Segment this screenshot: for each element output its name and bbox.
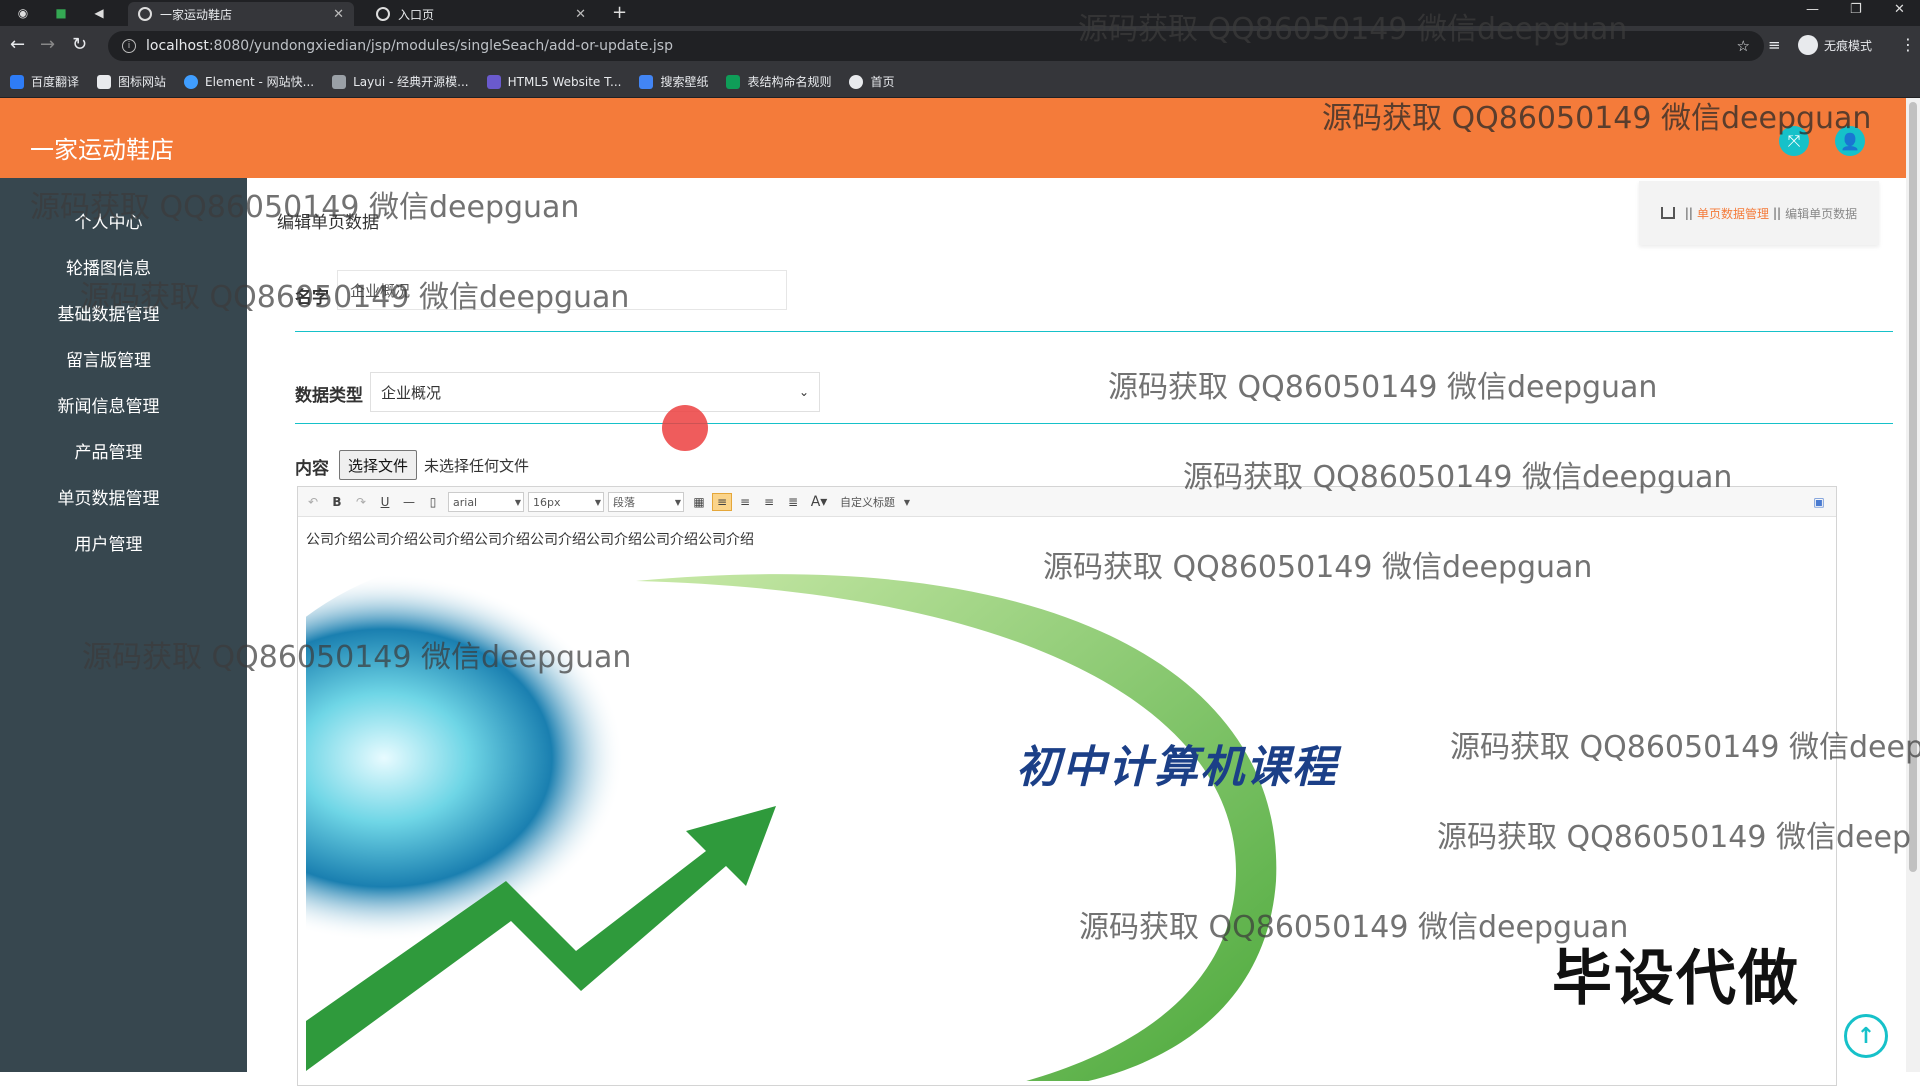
watermark-text: 源码获取 QQ86050149 微信deepguan — [30, 190, 580, 225]
sidebar-item-news[interactable]: 新闻信息管理 — [0, 395, 217, 419]
watermark-text: 源码获取 QQ86050149 微信deep — [1437, 820, 1911, 855]
browser-tab[interactable]: 入口页 ✕ — [366, 2, 596, 26]
pinned-tab-mute-icon[interactable]: ◀ — [86, 3, 112, 23]
watermark-text: 源码获取 QQ86050149 微信deepguan — [82, 640, 632, 675]
undo-icon[interactable]: ↶ — [304, 493, 322, 511]
underline-icon[interactable]: U — [376, 493, 394, 511]
minimize-icon[interactable]: — — [1806, 2, 1819, 17]
choose-file-button[interactable]: 选择文件 — [339, 450, 418, 480]
breadcrumb-separator: || — [1684, 206, 1693, 220]
watermark-text: 源码获取 QQ86050149 微信deepguan — [80, 280, 630, 315]
watermark-text: 源码获取 QQ86050149 微信deepguan — [1322, 101, 1872, 136]
new-tab-button[interactable]: + — [612, 3, 627, 23]
watermark-text: 源码获取 QQ86050149 微信deepguan — [1043, 550, 1593, 585]
breadcrumb-section[interactable]: 单页数据管理 — [1697, 205, 1769, 222]
breadcrumb-separator: || — [1773, 206, 1782, 220]
tab-close-icon[interactable]: ✕ — [333, 7, 344, 22]
bookmark-item[interactable]: Layui - 经典开源模... — [332, 73, 469, 90]
element-icon — [184, 74, 199, 89]
document-icon[interactable]: ▯ — [424, 493, 442, 511]
restore-icon[interactable]: ❐ — [1850, 2, 1862, 17]
html5-icon — [486, 74, 501, 89]
align-center-icon[interactable]: ≡ — [760, 493, 778, 511]
tab-favicon-icon — [376, 7, 390, 21]
url-text: localhost:8080/yundongxiedian/jsp/module… — [146, 38, 673, 54]
watermark-text: 源码获取 QQ86050149 微信deepguan — [1078, 12, 1628, 47]
horizontal-rule-icon[interactable]: — — [400, 493, 418, 511]
reading-list-icon[interactable]: ≡ — [1768, 35, 1781, 55]
type-label: 数据类型 — [295, 386, 363, 406]
fullscreen-editor-icon[interactable]: ▣ — [1810, 493, 1828, 511]
app-title: 一家运动鞋店 — [30, 136, 174, 164]
sidebar-item-messages[interactable]: 留言版管理 — [0, 349, 217, 373]
font-color-icon[interactable]: A▾ — [806, 493, 832, 511]
redo-icon[interactable]: ↷ — [352, 493, 370, 511]
chevron-down-icon: ⌄ — [798, 385, 809, 399]
align-justify-icon[interactable]: ≣ — [784, 493, 802, 511]
paragraph-select[interactable]: 段落 ▼ — [608, 492, 684, 512]
flag-icon — [97, 74, 112, 89]
breadcrumb: || 单页数据管理 || 编辑单页数据 — [1639, 181, 1879, 245]
data-type-select[interactable]: 企业概况 ⌄ — [370, 372, 820, 412]
bookmark-item[interactable]: 表结构命名规则 — [726, 73, 831, 90]
click-indicator — [662, 405, 708, 451]
tab-favicon-icon — [138, 7, 152, 21]
bookmark-item[interactable]: 百度翻译 — [10, 73, 79, 90]
browser-tabstrip: ◉ ■ ◀ 一家运动鞋店 ✕ 入口页 ✕ + — ❐ ✕ — [0, 0, 1920, 26]
table-icon[interactable]: ▦ — [690, 493, 708, 511]
font-family-select[interactable]: arial ▼ — [448, 492, 524, 512]
sidebar-item-products[interactable]: 产品管理 — [0, 441, 217, 465]
layui-icon — [332, 74, 347, 89]
browser-toolbar: ← → ↻ i localhost:8080/yundongxiedian/js… — [0, 26, 1920, 66]
font-size-select[interactable]: 16px ▼ — [528, 492, 604, 512]
profile-label: 无痕模式 — [1824, 38, 1873, 53]
site-info-icon[interactable]: i — [122, 39, 136, 53]
globe-icon — [849, 74, 864, 89]
course-banner-graphic — [306, 551, 1536, 1081]
bookmark-star-icon[interactable]: ☆ — [1737, 37, 1750, 55]
tab-title: 入口页 — [398, 7, 435, 22]
sheet-icon — [726, 74, 741, 89]
home-icon[interactable] — [1660, 207, 1675, 219]
watermark-text: 源码获取 QQ86050149 微信deepguan — [1183, 460, 1733, 495]
close-window-icon[interactable]: ✕ — [1894, 2, 1905, 17]
bookmark-item[interactable]: 搜索壁纸 — [639, 73, 708, 90]
file-status-text: 未选择任何文件 — [424, 457, 530, 475]
browser-tab-active[interactable]: 一家运动鞋店 ✕ — [128, 2, 354, 26]
browser-menu-icon[interactable]: ⋮ — [1900, 35, 1916, 55]
overlay-stamp-text: 毕设代做 — [1552, 944, 1800, 1014]
page-scrollbar[interactable] — [1906, 98, 1920, 1072]
watermark-text: 源码获取 QQ86050149 微信deepguan — [1108, 370, 1658, 405]
bookmark-item[interactable]: Element - 网站快... — [184, 73, 314, 90]
custom-title-select[interactable]: 自定义标题 ▼ — [836, 492, 912, 512]
banner-caption: 初中计算机课程 — [1016, 742, 1338, 793]
tab-title: 一家运动鞋店 — [160, 7, 233, 22]
course-banner-image: 初中计算机课程 — [306, 551, 1536, 1081]
wallpaper-icon — [639, 74, 654, 89]
forward-icon[interactable]: → — [40, 35, 55, 55]
bold-icon[interactable]: B — [328, 493, 346, 511]
align-right-icon[interactable]: ≡ — [736, 493, 754, 511]
bookmark-item[interactable]: 首页 — [849, 73, 895, 90]
bookmark-item[interactable]: 图标网站 — [97, 73, 166, 90]
content-label: 内容 — [295, 459, 329, 479]
incognito-icon — [1798, 35, 1818, 55]
sidebar-item-single-page[interactable]: 单页数据管理 — [0, 487, 217, 511]
back-to-top-button[interactable]: ↑ — [1844, 1014, 1888, 1058]
editor-body-text[interactable]: 公司介绍公司介绍公司介绍公司介绍公司介绍公司介绍公司介绍公司介绍 — [306, 529, 754, 549]
sidebar-item-users[interactable]: 用户管理 — [0, 533, 217, 557]
tab-close-icon[interactable]: ✕ — [575, 7, 586, 22]
reload-icon[interactable]: ↻ — [72, 35, 87, 55]
pinned-tab-app-icon[interactable]: ■ — [48, 3, 74, 23]
watermark-text: 源码获取 QQ86050149 微信deep — [1450, 730, 1920, 765]
back-icon[interactable]: ← — [10, 35, 25, 55]
breadcrumb-current: 编辑单页数据 — [1785, 206, 1858, 221]
align-left-icon[interactable]: ≡ — [712, 493, 732, 511]
profile-button[interactable]: 无痕模式 — [1798, 35, 1872, 55]
watermark-text: 源码获取 QQ86050149 微信deepguan — [1079, 910, 1629, 945]
bookmark-item[interactable]: HTML5 Website T... — [486, 74, 621, 89]
translate-icon — [10, 74, 24, 89]
data-type-selected: 企业概况 — [381, 383, 442, 402]
pinned-tab-chrome-icon[interactable]: ◉ — [10, 3, 36, 23]
